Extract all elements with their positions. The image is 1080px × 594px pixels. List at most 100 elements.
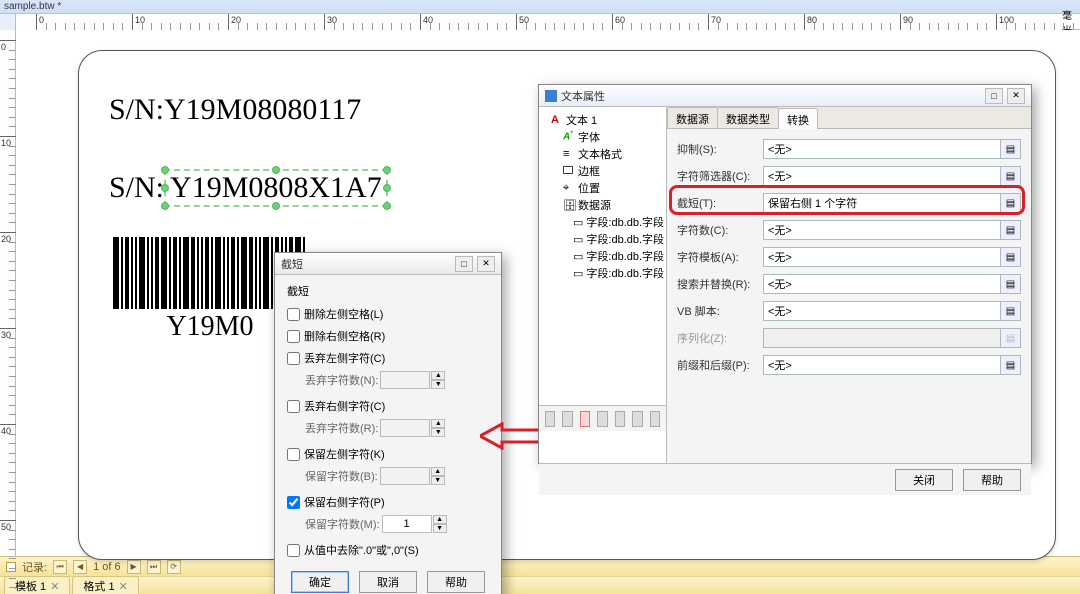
toolbar-icon[interactable] [650, 411, 660, 427]
charfilter-field[interactable]: <无> [763, 166, 1001, 186]
help-button[interactable]: 帮助 [427, 571, 485, 593]
vbscript-field[interactable]: <无> [763, 301, 1001, 321]
tab-datatype[interactable]: 数据类型 [717, 107, 779, 128]
chk-trim-left-spaces[interactable] [287, 308, 300, 321]
resize-handle[interactable] [383, 184, 391, 192]
text-properties-window[interactable]: 文本属性 □ ✕ A文本 1 A*字体 ≡文本格式 边框 ⌖位置 🗄数据源 ▭字… [538, 84, 1032, 464]
toolbar-icon[interactable] [562, 411, 572, 427]
toolbar-icon[interactable] [615, 411, 625, 427]
resize-handle[interactable] [272, 166, 280, 174]
chartemplate-field[interactable]: <无> [763, 247, 1001, 267]
sub-label: 丢弃字符数(N): [305, 372, 378, 388]
chk-discard-right[interactable] [287, 400, 300, 413]
tree-node-position[interactable]: ⌖位置 [541, 179, 664, 196]
spin-down-icon[interactable]: ▼ [433, 524, 447, 533]
edit-icon[interactable]: ▤ [1001, 139, 1021, 159]
dialog-help-icon[interactable]: □ [455, 256, 473, 272]
tree-toolbar [539, 405, 667, 431]
charcount-field[interactable]: <无> [763, 220, 1001, 240]
tree-node-field[interactable]: ▭字段:db.db.字段 1 [541, 213, 664, 230]
delete-icon[interactable] [580, 411, 590, 427]
toolbar-icon[interactable] [632, 411, 642, 427]
edit-icon: ▤ [1001, 328, 1021, 348]
tree-node-font[interactable]: A*字体 [541, 128, 664, 145]
refresh-icon[interactable]: ⟳ [167, 560, 181, 574]
footer-tab-template[interactable]: 模板 1✕ [4, 576, 70, 594]
edit-icon[interactable]: ▤ [1001, 301, 1021, 321]
close-icon[interactable]: ✕ [1007, 88, 1025, 104]
dialog-help-icon[interactable]: □ [985, 88, 1003, 104]
close-button[interactable]: 关闭 [895, 469, 953, 491]
toolbar-icon[interactable] [545, 411, 555, 427]
selection-box[interactable]: Y19M0808X1A7 [164, 169, 388, 207]
document-title: sample.btw * [4, 1, 61, 12]
prefixsuffix-field[interactable]: <无> [763, 355, 1001, 375]
close-tab-icon[interactable]: ✕ [50, 581, 59, 593]
tree-node-field[interactable]: ▭字段:db.db.字段 1 [541, 247, 664, 264]
annotation-arrow-icon [480, 422, 540, 450]
chk-discard-left[interactable] [287, 352, 300, 365]
resize-handle[interactable] [161, 184, 169, 192]
chk-label: 从值中去除".0"或",0"(S) [304, 542, 419, 558]
keep-left-count [380, 467, 430, 485]
resize-handle[interactable] [161, 166, 169, 174]
resize-handle[interactable] [383, 166, 391, 174]
chk-keep-right[interactable] [287, 496, 300, 509]
ruler-top[interactable] [16, 14, 1062, 30]
tab-transform[interactable]: 转换 [778, 108, 818, 129]
serial-text-1[interactable]: S/N:Y19M08080117 [109, 93, 361, 127]
records-label: 记录: [22, 559, 47, 575]
tree-node-field[interactable]: ▭字段:db.db.字段 1 [541, 264, 664, 281]
canvas[interactable]: S/N:Y19M08080117 S/N: Y19M0808X1A7 [16, 30, 1080, 556]
prev-record-icon[interactable]: ◀ [73, 560, 87, 574]
chk-label: 删除右侧空格(R) [304, 328, 385, 344]
keep-right-count[interactable] [382, 515, 432, 533]
spin-up-icon: ▲ [431, 371, 445, 380]
suppress-field[interactable]: <无> [763, 139, 1001, 159]
row-label: VB 脚本: [677, 303, 763, 319]
tree-node-format[interactable]: ≡文本格式 [541, 145, 664, 162]
tree-node-border[interactable]: 边框 [541, 162, 664, 179]
toolbar-icon[interactable] [597, 411, 607, 427]
help-button[interactable]: 帮助 [963, 469, 1021, 491]
tab-datasource[interactable]: 数据源 [667, 107, 718, 128]
row-label: 前缀和后缀(P): [677, 357, 763, 373]
chk-keep-left[interactable] [287, 448, 300, 461]
next-record-icon[interactable]: ▶ [127, 560, 141, 574]
properties-footer: 关闭 帮助 [539, 463, 1031, 495]
row-label: 截短(T): [677, 195, 763, 211]
spin-down-icon: ▼ [431, 476, 445, 485]
edit-icon[interactable]: ▤ [1001, 247, 1021, 267]
edit-icon[interactable]: ▤ [1001, 166, 1021, 186]
app-window: sample.btw * 毫米 S/N:Y19M08080117 S/N: Y1… [0, 0, 1080, 594]
edit-icon[interactable]: ▤ [1001, 220, 1021, 240]
close-icon[interactable]: ✕ [477, 256, 495, 272]
dialog-titlebar[interactable]: 截短 □ ✕ [275, 253, 501, 275]
row-label: 抑制(S): [677, 141, 763, 157]
ok-button[interactable]: 确定 [291, 571, 349, 593]
properties-tabs: 数据源 数据类型 转换 [667, 107, 1031, 129]
close-tab-icon[interactable]: ✕ [119, 581, 128, 593]
footer-tab-format[interactable]: 格式 1✕ [72, 576, 138, 594]
spin-up-icon: ▲ [431, 467, 445, 476]
truncate-dialog[interactable]: 截短 □ ✕ 截短 删除左侧空格(L) 删除右侧空格(R) 丢弃左侧字符(C) … [274, 252, 502, 594]
ruler-left[interactable] [0, 30, 16, 556]
searchreplace-field[interactable]: <无> [763, 274, 1001, 294]
edit-icon[interactable]: ▤ [1001, 193, 1021, 213]
tree-node-root[interactable]: A文本 1 [541, 111, 664, 128]
tree-node-datasource[interactable]: 🗄数据源 [541, 196, 664, 213]
last-record-icon[interactable]: ⏭ [147, 560, 161, 574]
resize-handle[interactable] [161, 202, 169, 210]
first-record-icon[interactable]: ⏮ [53, 560, 67, 574]
resize-handle[interactable] [383, 202, 391, 210]
cancel-button[interactable]: 取消 [359, 571, 417, 593]
chk-trim-right-spaces[interactable] [287, 330, 300, 343]
edit-icon[interactable]: ▤ [1001, 355, 1021, 375]
dialog-titlebar[interactable]: 文本属性 □ ✕ [539, 85, 1031, 107]
resize-handle[interactable] [272, 202, 280, 210]
truncate-field[interactable]: 保留右侧 1 个字符 [763, 193, 1001, 213]
chk-strip-zero[interactable] [287, 544, 300, 557]
spin-up-icon[interactable]: ▲ [433, 515, 447, 524]
edit-icon[interactable]: ▤ [1001, 274, 1021, 294]
tree-node-field[interactable]: ▭字段:db.db.字段 1 [541, 230, 664, 247]
